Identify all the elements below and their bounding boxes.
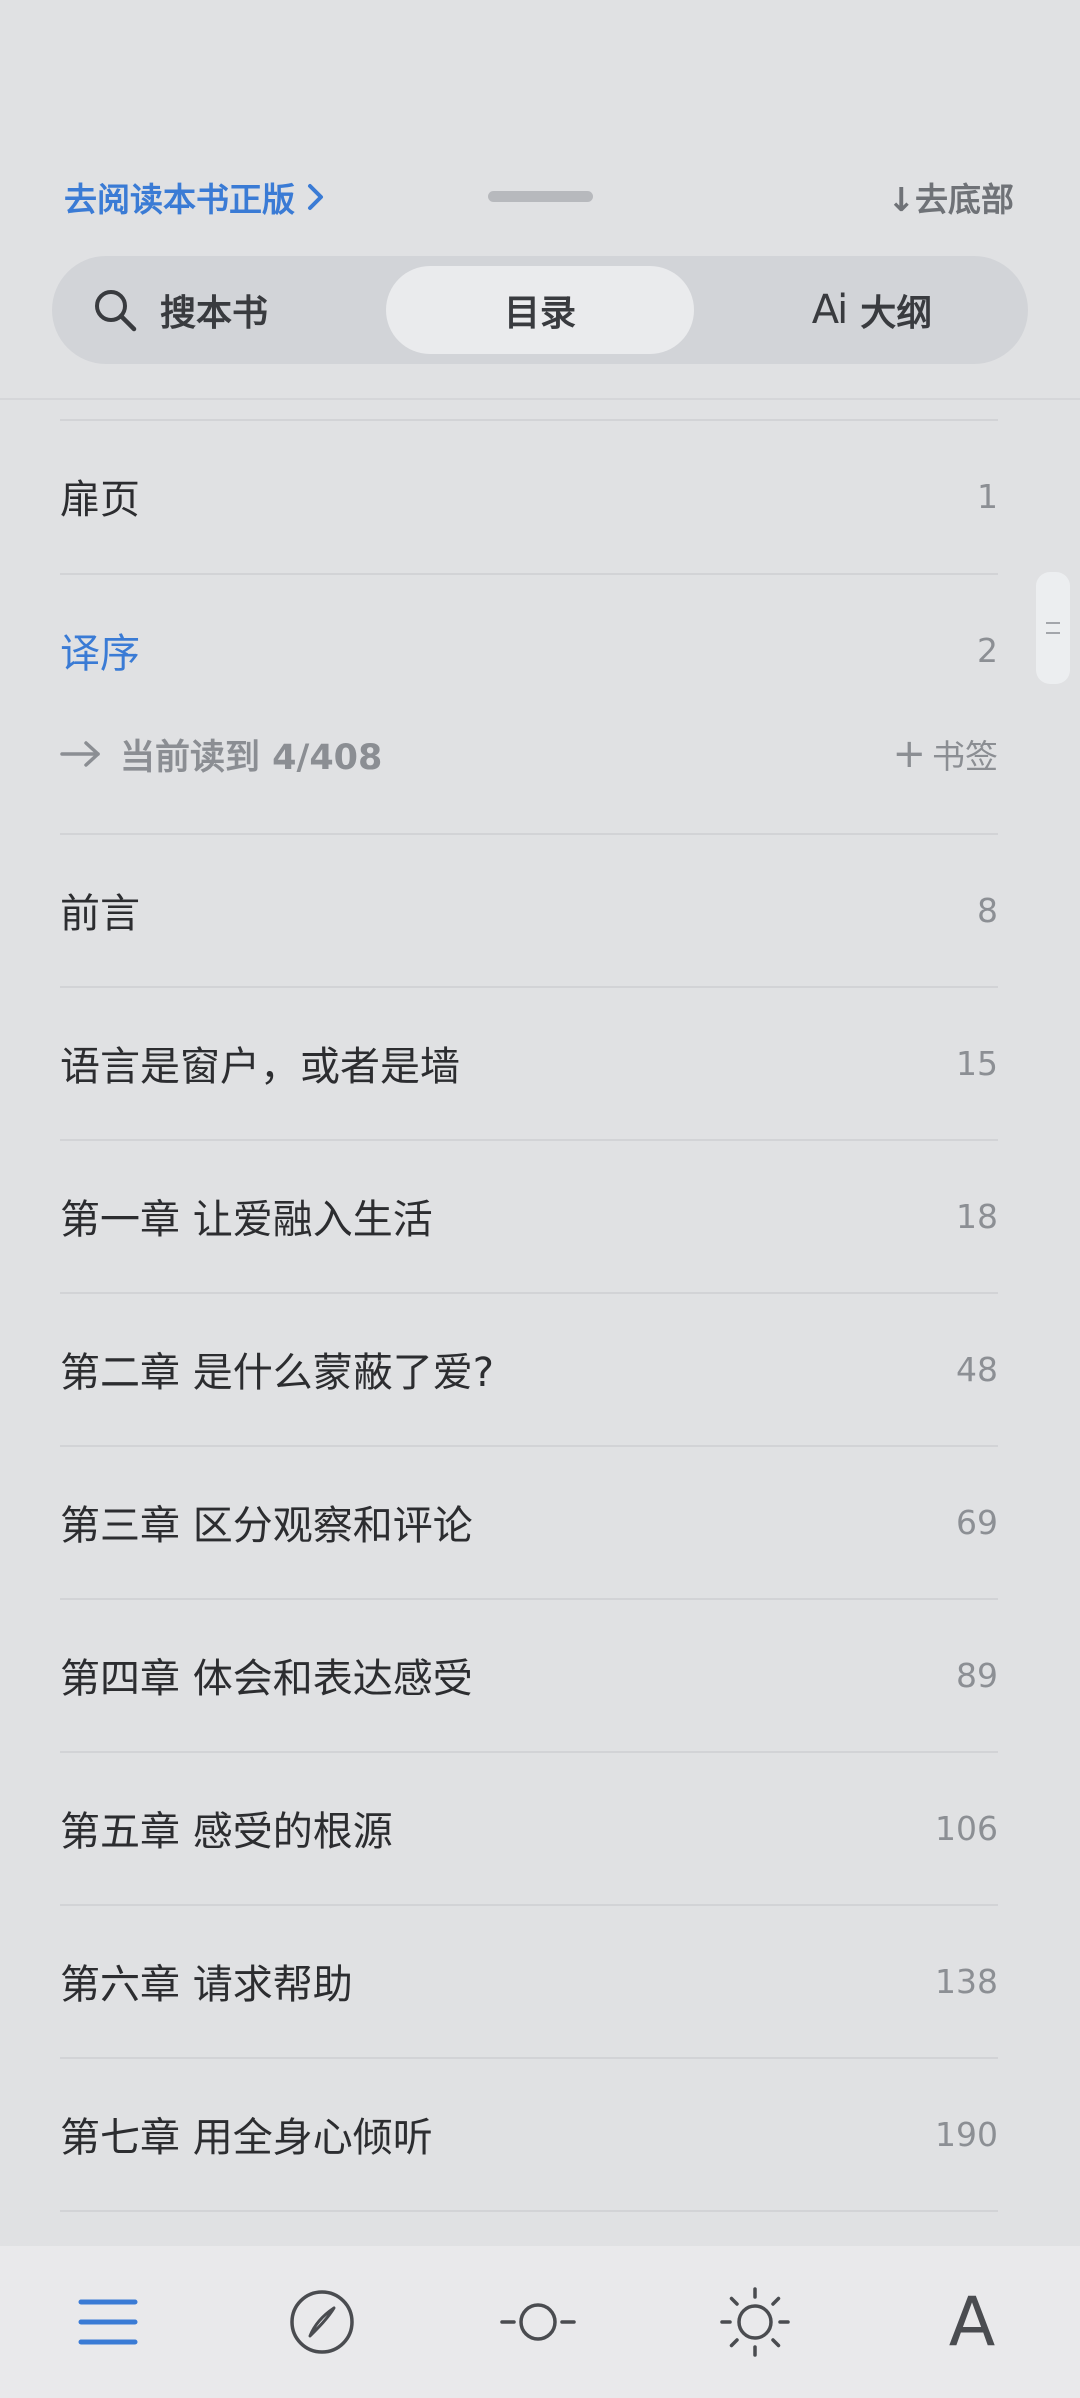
toc-item-current[interactable]: 译序 2	[60, 574, 998, 726]
tab-toc-label: 目录	[503, 293, 576, 334]
toc-item[interactable]: 第三章 区分观察和评论 69	[60, 1446, 998, 1598]
toc-item-title: 第三章 区分观察和评论	[60, 1503, 473, 1549]
toc-item[interactable]: 扉页 1	[60, 420, 998, 572]
search-icon	[95, 290, 137, 332]
toc-item[interactable]: 第二章 是什么蒙蔽了爱? 48	[60, 1293, 998, 1445]
grip-line	[1046, 622, 1060, 624]
toc-item-page: 48	[956, 1349, 998, 1389]
toc-item-title: 语言是窗户，或者是墙	[60, 1044, 460, 1090]
toc-item[interactable]: 第六章 请求帮助 138	[60, 1905, 998, 2057]
toc-item[interactable]: 第一章 让爱融入生活 18	[60, 1140, 998, 1292]
toc-item[interactable]: 第五章 感受的根源 106	[60, 1752, 998, 1904]
ai-outline-icon: Ai	[811, 287, 849, 333]
tab-search-book[interactable]: 搜本书	[92, 256, 392, 364]
toc-item[interactable]: 第四章 体会和表达感受 89	[60, 1599, 998, 1751]
arrow-right-icon	[60, 741, 100, 767]
toc-item-page: 2	[977, 630, 998, 670]
header-divider	[0, 398, 1080, 400]
to-bottom-label: ↓去底部	[887, 180, 1014, 219]
toc-item-title: 第二章 是什么蒙蔽了爱?	[60, 1350, 494, 1396]
toc-item-title: 第四章 体会和表达感受	[60, 1656, 473, 1702]
read-official-label: 去阅读本书正版	[64, 180, 295, 219]
view-tabs: 搜本书 目录 Ai 大纲	[52, 256, 1028, 364]
scrollbar-thumb[interactable]	[1036, 572, 1070, 684]
chevron-right-icon	[308, 184, 323, 210]
toc-item-title: 第七章 用全身心倾听	[60, 2115, 433, 2161]
bottom-toolbar: A	[0, 2246, 1080, 2398]
toc-item-title: 扉页	[60, 477, 140, 523]
toc-item-title: 第五章 感受的根源	[60, 1809, 393, 1855]
tab-toc[interactable]: 目录	[386, 266, 694, 354]
add-bookmark-button[interactable]: + 书签	[892, 730, 998, 778]
to-bottom-button[interactable]: ↓去底部	[887, 172, 1014, 222]
toc-menu-button[interactable]	[48, 2246, 168, 2398]
toc-item[interactable]: 前言 8	[60, 834, 998, 986]
current-reading-row: 当前读到 4/408 + 书签	[60, 722, 998, 786]
bookmark-label: 书签	[932, 737, 998, 776]
toc-item-page: 15	[956, 1043, 998, 1083]
brightness-low-icon	[500, 2303, 576, 2341]
toc-divider	[60, 2210, 998, 2212]
tab-search-label: 搜本书	[160, 293, 269, 334]
brightness-down-button[interactable]	[478, 2246, 598, 2398]
plus-icon: +	[892, 731, 926, 777]
font-settings-button[interactable]: A	[912, 2246, 1032, 2398]
current-reading-text: 当前读到 4/408	[120, 737, 383, 778]
brightness-up-button[interactable]	[695, 2246, 815, 2398]
read-official-link[interactable]: 去阅读本书正版	[64, 172, 327, 222]
compass-icon	[290, 2290, 354, 2354]
toc-item-page: 8	[977, 890, 998, 930]
drag-handle[interactable]	[488, 191, 593, 202]
compass-button[interactable]	[262, 2246, 382, 2398]
toc-item-page: 106	[935, 1808, 998, 1848]
toc-item-page: 18	[956, 1196, 998, 1236]
toc-item-page: 89	[956, 1655, 998, 1695]
toc-item-page: 190	[935, 2114, 998, 2154]
toc-item-title: 前言	[60, 891, 140, 937]
tab-outline[interactable]: Ai 大纲	[752, 256, 992, 364]
toc-item[interactable]: 第七章 用全身心倾听 190	[60, 2058, 998, 2210]
font-icon: A	[948, 2282, 996, 2362]
menu-icon	[78, 2299, 138, 2345]
grip-line	[1046, 632, 1060, 634]
toc-item-page: 1	[977, 476, 998, 516]
toc-item-page: 138	[935, 1961, 998, 2001]
toc-item-title: 第六章 请求帮助	[60, 1962, 353, 2008]
tab-outline-label: 大纲	[860, 293, 933, 334]
toc-item-title: 译序	[60, 631, 140, 677]
toc-item[interactable]: 语言是窗户，或者是墙 15	[60, 987, 998, 1139]
toc-item-page: 69	[956, 1502, 998, 1542]
brightness-high-icon	[720, 2287, 790, 2357]
toc-item-title: 第一章 让爱融入生活	[60, 1197, 433, 1243]
